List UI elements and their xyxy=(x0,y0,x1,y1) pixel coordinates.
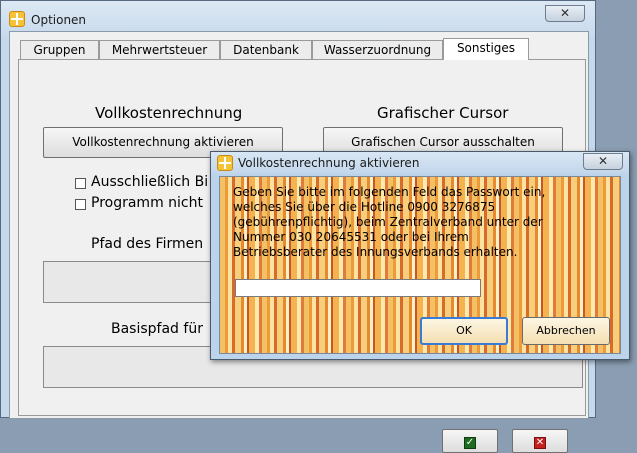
dialog-body: Geben Sie bitte im folgenden Feld das Pa… xyxy=(219,176,621,354)
confirm-button[interactable]: ✓ xyxy=(442,429,498,453)
tab-label: Mehrwertsteuer xyxy=(111,43,208,57)
checkmark-icon: ✓ xyxy=(464,437,476,449)
tab-gruppen[interactable]: Gruppen xyxy=(20,40,99,59)
dialog-app-icon xyxy=(217,155,233,171)
tab-label: Datenbank xyxy=(233,43,299,57)
tab-wasserzuordnung[interactable]: Wasserzuordnung xyxy=(312,40,443,59)
dialog-cancel-button[interactable]: Abbrechen xyxy=(522,317,610,345)
full-cost-heading: Vollkostenrechnung xyxy=(95,104,243,122)
options-close-button[interactable]: ✕ xyxy=(545,5,585,22)
cancel-options-button[interactable]: ✕ xyxy=(512,429,568,453)
dialog-title: Vollkostenrechnung aktivieren xyxy=(238,156,420,170)
cancel-icon: ✕ xyxy=(534,437,546,449)
tab-label: Gruppen xyxy=(33,43,86,57)
options-window-title: Optionen xyxy=(31,13,87,27)
graphic-cursor-heading: Grafischer Cursor xyxy=(377,104,509,122)
tab-label: Wasserzuordnung xyxy=(323,43,432,57)
close-icon: ✕ xyxy=(597,154,609,168)
tab-mehrwertsteuer[interactable]: Mehrwertsteuer xyxy=(99,40,220,59)
tab-datenbank[interactable]: Datenbank xyxy=(220,40,312,59)
dialog-message: Geben Sie bitte im folgenden Feld das Pa… xyxy=(233,185,546,259)
exclusive-checkbox[interactable] xyxy=(75,178,86,189)
tab-label: Sonstiges xyxy=(456,41,516,55)
company-path-label: Pfad des Firmen xyxy=(91,236,204,252)
app-logo-icon xyxy=(9,11,25,27)
base-path-label: Basispfad für xyxy=(111,321,203,337)
password-dialog: Vollkostenrechnung aktivieren ✕ Geben Si… xyxy=(210,151,630,360)
dialog-close-button[interactable]: ✕ xyxy=(583,153,623,170)
dialog-title-bar[interactable]: Vollkostenrechnung aktivieren ✕ xyxy=(211,152,629,174)
dialog-ok-button[interactable]: OK xyxy=(420,317,508,345)
close-icon: ✕ xyxy=(559,6,571,20)
tab-sonstiges[interactable]: Sonstiges xyxy=(443,38,529,60)
password-input[interactable] xyxy=(235,279,481,297)
exclusive-checkbox-label: Ausschließlich Bi xyxy=(91,174,209,190)
program-checkbox-label: Programm nicht xyxy=(91,195,203,211)
program-checkbox[interactable] xyxy=(75,199,86,210)
